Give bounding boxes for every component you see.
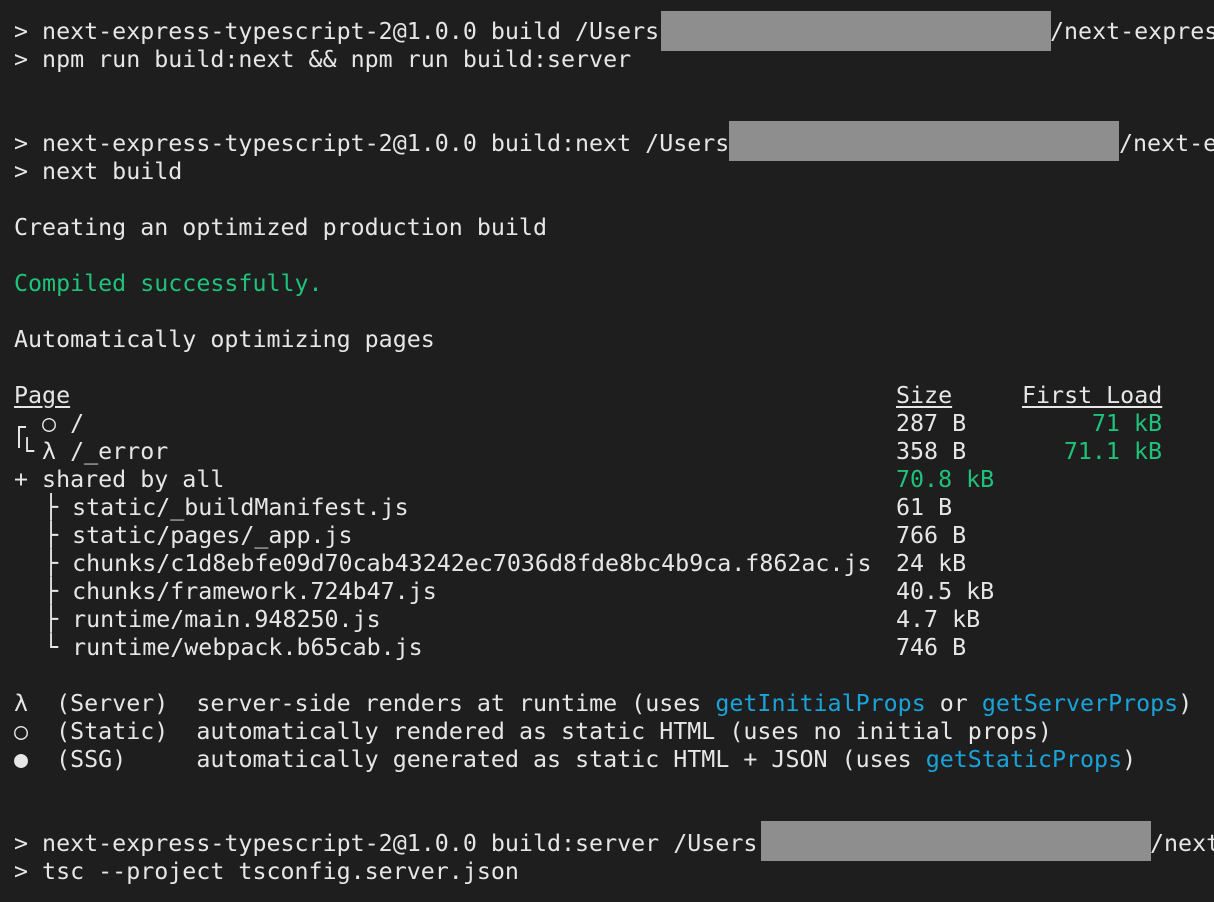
chunk-name: runtime/main.948250.js — [72, 606, 381, 633]
legend-desc: automatically rendered as static HTML (u… — [196, 718, 1052, 745]
legend-type: (Server) — [56, 690, 169, 717]
link-getserverprops[interactable]: getServerProps — [982, 690, 1178, 717]
shared-size: 70.8 kB — [896, 466, 995, 493]
redacted-username — [729, 121, 1119, 161]
chunk-name: static/_buildManifest.js — [72, 494, 409, 521]
server-marker-icon: λ — [42, 438, 57, 465]
legend-desc-end: ) — [1122, 746, 1137, 773]
tree-branch-icon: ├ — [44, 494, 59, 521]
page-size: 287 B — [896, 410, 967, 437]
legend-desc: server-side renders at runtime (uses — [196, 690, 716, 717]
chunk-name: static/pages/_app.js — [72, 522, 353, 549]
legend-desc: automatically generated as static HTML +… — [196, 746, 926, 773]
terminal-window[interactable]: > next-express-typescript-2@1.0.0 build … — [0, 0, 1214, 902]
chunk-row: ├ chunks/c1d8ebfe09d70cab43242ec7036d8fd… — [44, 550, 872, 578]
tree-branch-icon: ├ — [44, 578, 59, 605]
cmd-text: > next-express-typescript-2@1.0.0 build … — [14, 18, 660, 45]
chunk-row: └ runtime/webpack.b65cab.js — [44, 634, 423, 662]
tree-branch-icon: ├ — [44, 606, 59, 633]
chunk-size: 746 B — [896, 634, 967, 661]
table-header-page: Page — [14, 382, 71, 409]
static-marker-icon: ○ — [42, 410, 57, 437]
cmd-line-npm-run: > npm run build:next && npm run build:se… — [14, 46, 632, 73]
legend-desc-mid: or — [925, 690, 982, 717]
legend-ssg: ● (SSG) automatically generated as stati… — [14, 746, 1136, 774]
cmd-path-suffix: /next-e — [1119, 130, 1214, 157]
page-route: /_error — [70, 438, 169, 465]
page-size: 358 B — [896, 438, 967, 465]
link-getinitialprops[interactable]: getInitialProps — [715, 690, 925, 717]
cmd-path-suffix: /next-expres — [1050, 18, 1214, 45]
status-compiled: Compiled successfully. — [14, 270, 323, 297]
chunk-row: ├ static/_buildManifest.js — [44, 494, 409, 522]
table-row: ○ / — [42, 410, 84, 438]
chunk-size: 61 B — [896, 494, 953, 521]
ssg-marker-icon: ● — [14, 746, 29, 773]
legend-static: ○ (Static) automatically rendered as sta… — [14, 718, 1052, 746]
tree-corner-icon: └ — [20, 438, 35, 465]
chunk-row: ├ static/pages/_app.js — [44, 522, 353, 550]
table-header-size: Size — [896, 382, 953, 409]
chunk-name: chunks/framework.724b47.js — [72, 578, 437, 605]
page-first-load: 71.1 kB — [1063, 438, 1162, 465]
tree-branch-icon: ├ — [44, 550, 59, 577]
chunk-size: 24 kB — [896, 550, 967, 577]
tree-corner-icon: └ — [44, 634, 59, 661]
page-route: / — [70, 410, 85, 437]
server-marker-icon: λ — [14, 690, 29, 717]
legend-type: (SSG) — [56, 746, 127, 773]
chunk-size: 766 B — [896, 522, 967, 549]
chunk-size: 4.7 kB — [896, 606, 981, 633]
redacted-username — [761, 821, 1151, 861]
cmd-line-tsc: > tsc --project tsconfig.server.json — [14, 858, 519, 885]
cmd-line-build-next: > next-express-typescript-2@1.0.0 build:… — [14, 130, 730, 157]
cmd-line-build: > next-express-typescript-2@1.0.0 build … — [14, 18, 659, 46]
table-header-first-load: First Load — [1022, 382, 1163, 409]
chunk-name: chunks/c1d8ebfe09d70cab43242ec7036d8fde8… — [72, 550, 872, 577]
cmd-line-build-server: > next-express-typescript-2@1.0.0 build:… — [14, 830, 758, 857]
status-optimizing: Automatically optimizing pages — [14, 326, 435, 353]
redacted-username — [661, 11, 1051, 51]
tree-branch-icon: ├ — [44, 522, 59, 549]
static-marker-icon: ○ — [14, 718, 29, 745]
page-first-load: 71 kB — [1091, 410, 1162, 437]
chunk-size: 40.5 kB — [896, 578, 995, 605]
legend-server: λ (Server) server-side renders at runtim… — [14, 690, 1192, 718]
cmd-line-next-build: > next build — [14, 158, 183, 185]
chunk-row: ├ chunks/framework.724b47.js — [44, 578, 437, 606]
chunk-row: ├ runtime/main.948250.js — [44, 606, 381, 634]
status-creating-build: Creating an optimized production build — [14, 214, 547, 241]
shared-by-all-label: + shared by all — [14, 466, 225, 493]
legend-type: (Static) — [56, 718, 169, 745]
legend-desc-end: ) — [1178, 690, 1193, 717]
table-row: λ /_error — [42, 438, 168, 466]
link-getstaticprops[interactable]: getStaticProps — [926, 746, 1122, 773]
cmd-path-suffix: /next — [1150, 830, 1214, 857]
chunk-name: runtime/webpack.b65cab.js — [72, 634, 423, 661]
